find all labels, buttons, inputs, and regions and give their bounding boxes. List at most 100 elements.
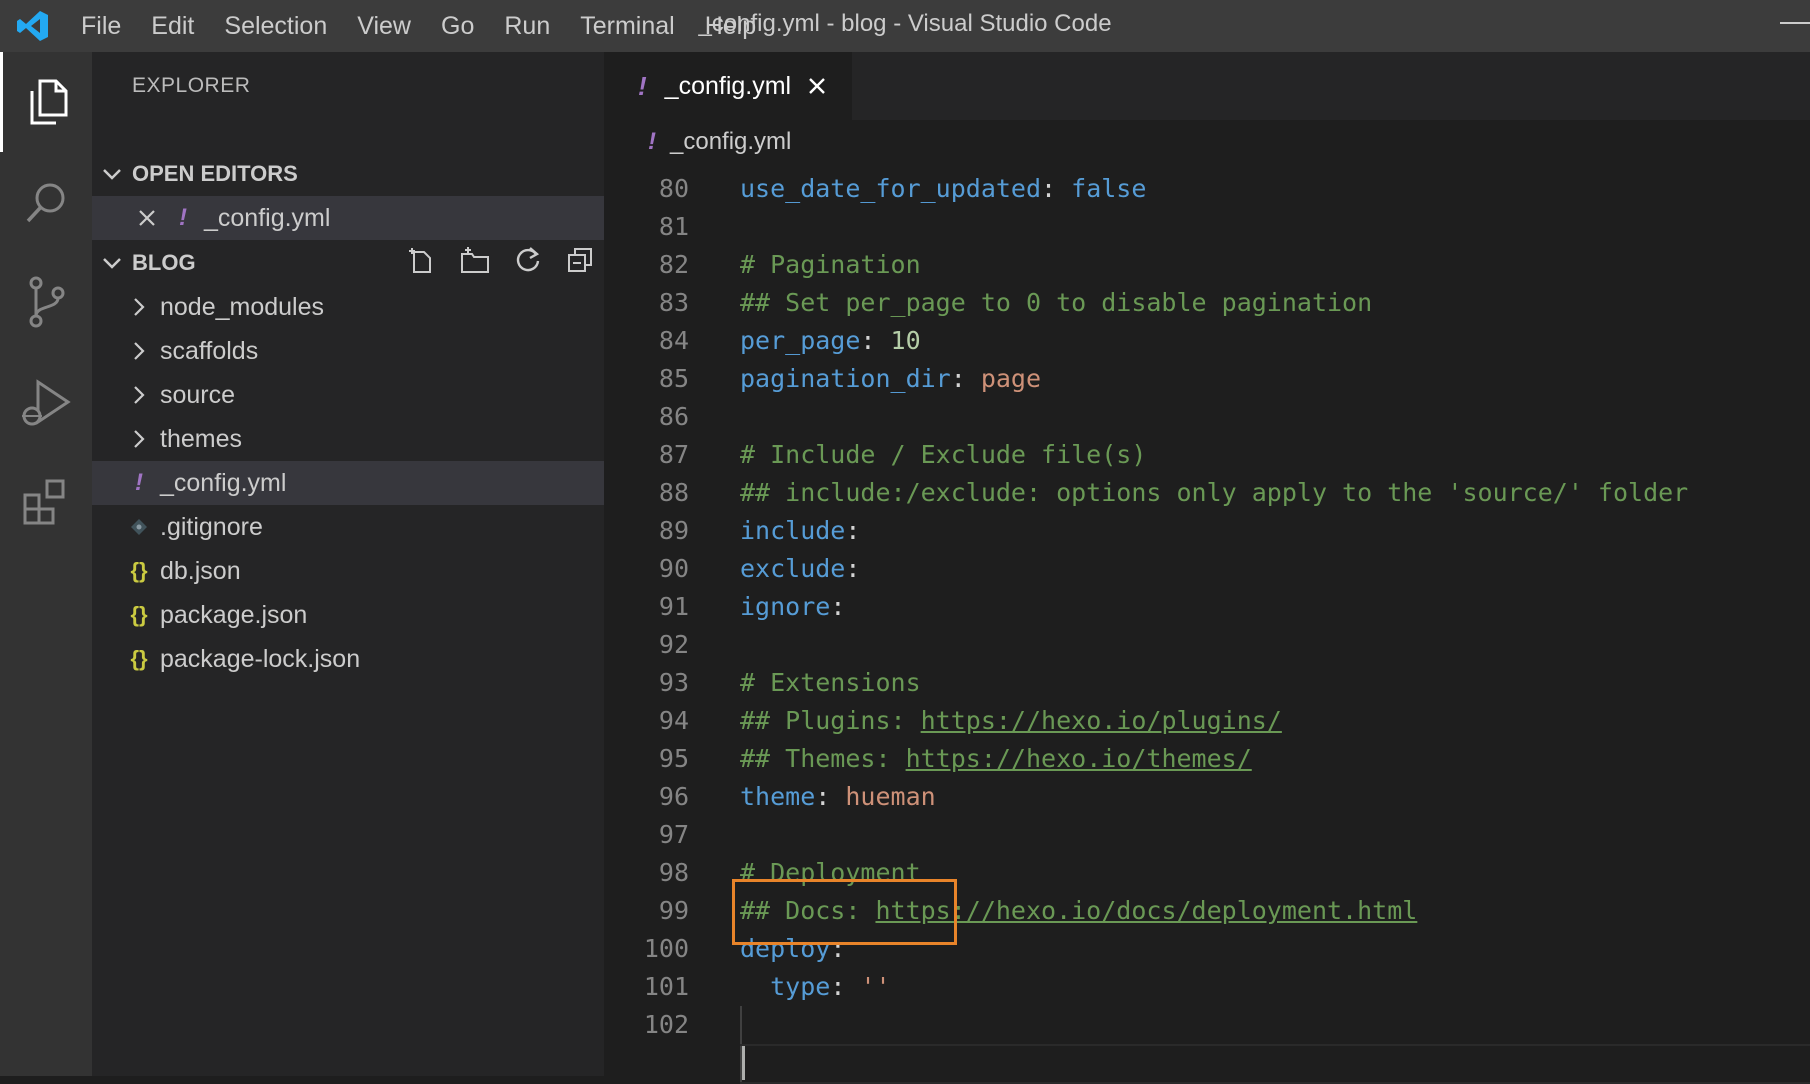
tree-file-label: _config.yml <box>160 468 287 497</box>
code-text: pagination_dir: page <box>740 360 1041 398</box>
chevron-right-icon <box>126 429 152 449</box>
menu-view[interactable]: View <box>342 0 426 52</box>
new-file-icon[interactable] <box>408 246 436 280</box>
code-token: : <box>830 972 861 1001</box>
menu-file[interactable]: File <box>66 0 136 52</box>
code-link[interactable]: https://hexo.io/themes/ <box>906 744 1252 773</box>
code-token: ## Plugins: <box>740 706 921 735</box>
code-line[interactable]: 80 use_date_for_updated: false <box>604 170 1810 208</box>
code-link[interactable]: https://hexo.io/plugins/ <box>921 706 1282 735</box>
line-number: 100 <box>643 934 689 963</box>
code-token: : <box>845 554 861 583</box>
search-icon[interactable] <box>0 152 92 252</box>
code-line[interactable]: 84 per_page: 10 <box>604 322 1810 360</box>
refresh-icon[interactable] <box>514 246 542 280</box>
code-line[interactable]: 96 theme: hueman <box>604 778 1810 816</box>
code-line[interactable]: 98 # Deployment <box>604 854 1810 892</box>
code-token: ## Docs: <box>740 896 876 925</box>
code-line[interactable]: 86 <box>604 398 1810 436</box>
tree-file-config-yml[interactable]: ! _config.yml <box>92 461 604 505</box>
code-token: theme <box>740 782 816 811</box>
open-editors-header[interactable]: OPEN EDITORS <box>92 152 604 196</box>
source-control-icon[interactable] <box>0 252 92 352</box>
tree-file-db-json[interactable]: {} db.json <box>92 549 604 593</box>
tree-file-gitignore[interactable]: .gitignore <box>92 505 604 549</box>
close-icon[interactable] <box>807 76 827 96</box>
tree-folder-label: source <box>160 380 236 409</box>
menu-bar: File Edit Selection View Go Run Terminal… <box>66 0 771 52</box>
extensions-icon[interactable] <box>0 452 92 552</box>
code-token: per_page <box>740 326 861 355</box>
code-line[interactable]: 97 <box>604 816 1810 854</box>
menu-terminal[interactable]: Terminal <box>565 0 689 52</box>
menu-help[interactable]: Help <box>690 0 771 52</box>
menu-edit[interactable]: Edit <box>136 0 209 52</box>
tree-folder-scaffolds[interactable]: scaffolds <box>92 329 604 373</box>
code-token: : <box>1041 174 1072 203</box>
code-line[interactable]: 93 # Extensions <box>604 664 1810 702</box>
code-line[interactable]: 95 ## Themes: https://hexo.io/themes/ <box>604 740 1810 778</box>
code-line[interactable]: 85 pagination_dir: page <box>604 360 1810 398</box>
code-token: : <box>860 326 891 355</box>
code-line[interactable]: 94 ## Plugins: https://hexo.io/plugins/ <box>604 702 1810 740</box>
code-text: # Pagination <box>740 246 921 284</box>
tree-file-package-json[interactable]: {} package.json <box>92 593 604 637</box>
code-token: : <box>830 934 846 963</box>
code-link[interactable]: https://hexo.io/docs/deployment.html <box>875 896 1417 925</box>
code-editor[interactable]: 80 use_date_for_updated: false 81 82 # Pagin… <box>604 170 1810 1084</box>
new-folder-icon[interactable] <box>460 246 490 280</box>
code-text: include: <box>740 512 860 550</box>
collapse-all-icon[interactable] <box>566 246 594 280</box>
code-line[interactable]: 91 ignore: <box>604 588 1810 626</box>
json-file-icon: {} <box>130 646 148 671</box>
code-line[interactable]: 82 # Pagination <box>604 246 1810 284</box>
code-token: 10 <box>890 326 921 355</box>
breadcrumb-file[interactable]: _config.yml <box>670 128 791 156</box>
explorer-icon[interactable] <box>0 52 92 152</box>
code-line[interactable]: 88 ## include:/exclude: options only appl… <box>604 474 1810 512</box>
code-token: : <box>950 364 981 393</box>
code-line[interactable]: 81 <box>604 208 1810 246</box>
tree-folder-node-modules[interactable]: node_modules <box>92 285 604 329</box>
minimize-icon[interactable] <box>1780 22 1810 24</box>
code-line[interactable]: 92 <box>604 626 1810 664</box>
menu-selection[interactable]: Selection <box>209 0 342 52</box>
code-line[interactable]: 100 deploy: <box>604 930 1810 968</box>
chevron-down-icon <box>92 167 132 181</box>
code-line[interactable]: 87 # Include / Exclude file(s) <box>604 436 1810 474</box>
open-editor-item[interactable]: ! _config.yml <box>92 196 604 240</box>
menu-go[interactable]: Go <box>426 0 489 52</box>
json-file-icon: {} <box>130 602 148 627</box>
code-text: use_date_for_updated: false <box>740 170 1146 208</box>
code-text: ## Themes: https://hexo.io/themes/ <box>740 740 1252 778</box>
code-text: type: '' <box>740 968 890 1006</box>
code-line[interactable]: 90 exclude: <box>604 550 1810 588</box>
code-text: ## include:/exclude: options only apply … <box>740 474 1688 512</box>
blog-folder-header[interactable]: BLOG <box>92 241 604 285</box>
line-number: 99 <box>658 896 689 925</box>
code-line[interactable]: 102 <box>604 1006 1810 1044</box>
tree-folder-source[interactable]: source <box>92 373 604 417</box>
tree-file-package-lock-json[interactable]: {} package-lock.json <box>92 637 604 681</box>
yml-file-icon: ! <box>648 128 656 155</box>
tree-file-label: db.json <box>160 556 241 585</box>
code-text: per_page: 10 <box>740 322 921 360</box>
tree-folder-themes[interactable]: themes <box>92 417 604 461</box>
code-line[interactable]: 99 ## Docs: https://hexo.io/docs/deployme… <box>604 892 1810 930</box>
code-line[interactable]: 83 ## Set per_page to 0 to disable pagina… <box>604 284 1810 322</box>
code-line[interactable]: 101 type: '' <box>604 968 1810 1006</box>
code-text: deploy: <box>740 930 845 968</box>
code-line[interactable]: 89 include: <box>604 512 1810 550</box>
yml-file-icon: ! <box>638 70 647 101</box>
close-icon[interactable] <box>134 209 160 227</box>
code-token: : <box>815 782 846 811</box>
breadcrumb: ! _config.yml <box>604 120 1810 164</box>
menu-run[interactable]: Run <box>489 0 565 52</box>
open-editor-label: _config.yml <box>204 203 331 232</box>
code-token: use_date_for_updated <box>740 174 1042 203</box>
tab-bar: ! _config.yml <box>604 52 1810 120</box>
tab-config-yml[interactable]: ! _config.yml <box>604 52 852 120</box>
line-number: 89 <box>658 516 689 545</box>
run-debug-icon[interactable] <box>0 352 92 452</box>
explorer-actions <box>408 241 594 285</box>
